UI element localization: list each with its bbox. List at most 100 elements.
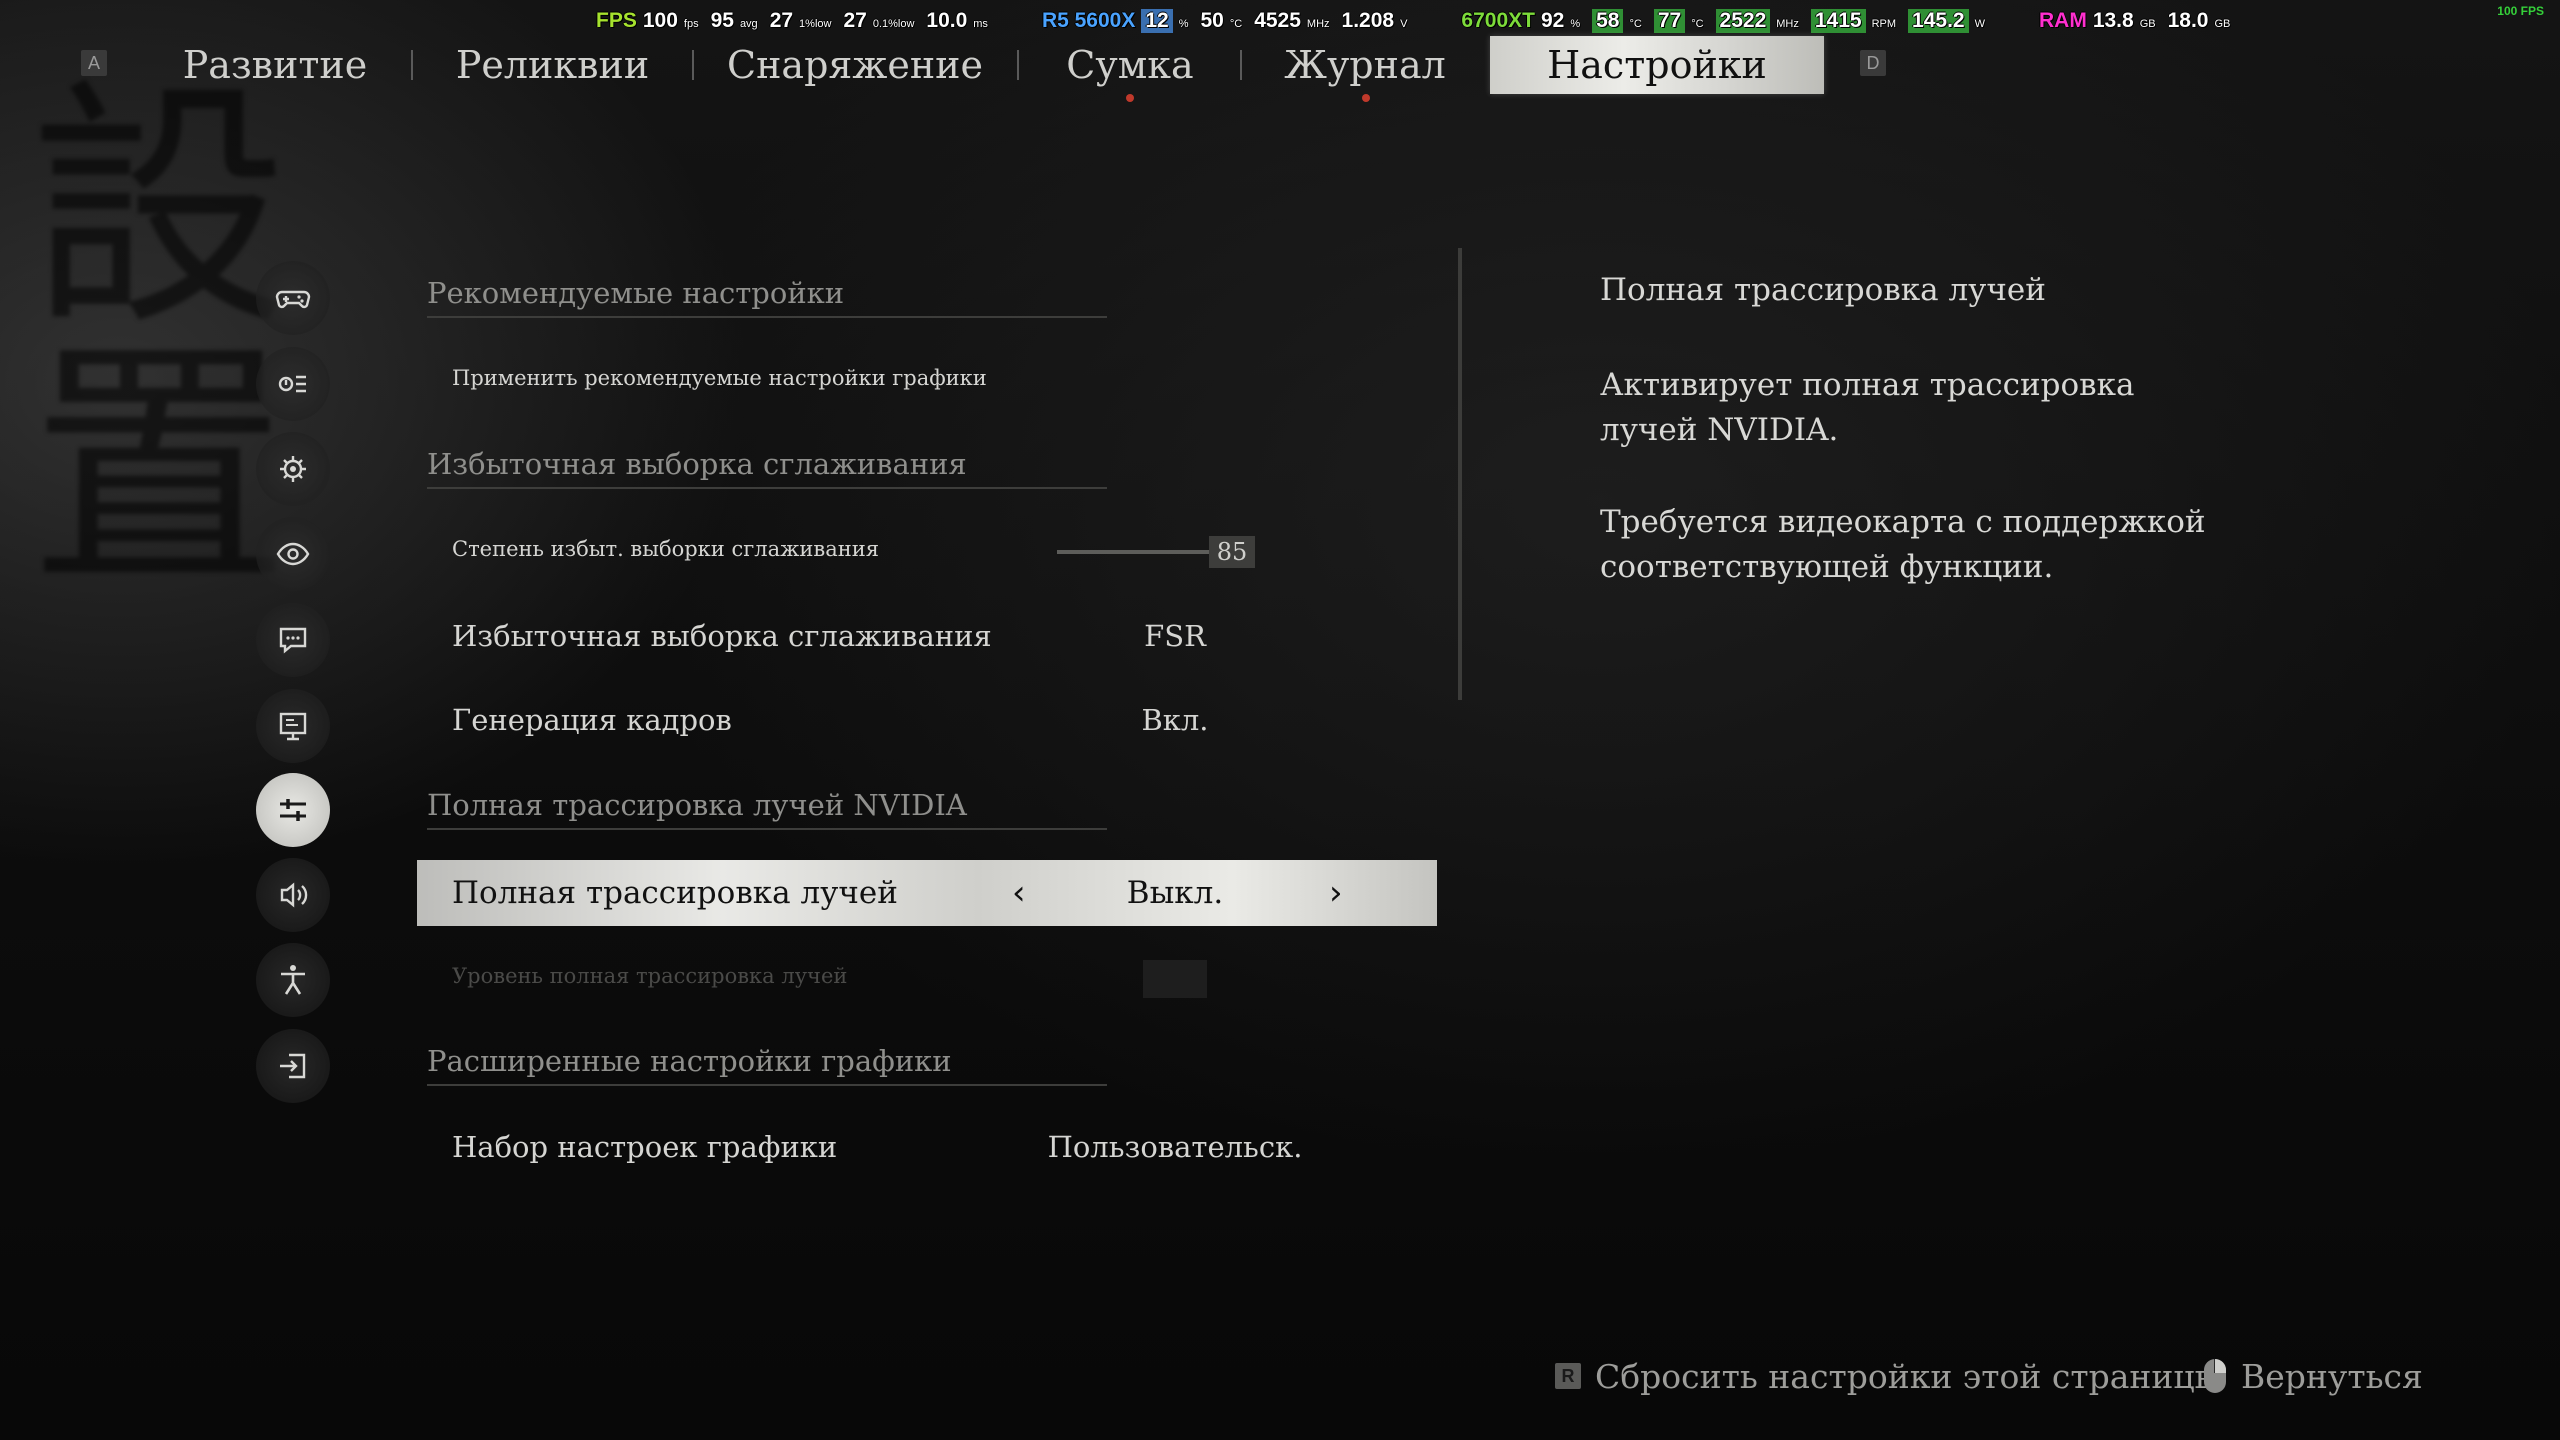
background-calligraphy: 設置 bbox=[0, 70, 286, 590]
settings-screen: 設置 FPS 100 fps 95 avg 27 1%low 27 0.1%low 10… bbox=[0, 0, 2560, 1440]
full-ray-tracing-value: Выкл. bbox=[1126, 875, 1224, 911]
hud-ram-used-unit: GB bbox=[2139, 18, 2156, 30]
journal-notification-dot bbox=[1362, 94, 1370, 102]
hud-fps-unit: fps bbox=[683, 18, 699, 30]
hud-gpu-temp: 58 bbox=[1592, 9, 1624, 33]
tab-relics[interactable]: Реликвии bbox=[450, 36, 655, 94]
section-header-advanced: Расширенные настройки графики bbox=[427, 1044, 1107, 1086]
gamepad-icon bbox=[275, 290, 311, 309]
hud-gpu-temp-unit: °C bbox=[1629, 18, 1642, 30]
category-display[interactable] bbox=[256, 689, 330, 763]
supersampling-label: Избыточная выборка сглаживания bbox=[452, 619, 992, 653]
hud-gpu-load: 92 bbox=[1540, 9, 1565, 32]
tab-separator bbox=[1240, 50, 1242, 80]
hud-cpu-clock: 4525 bbox=[1254, 9, 1301, 32]
hud-gpu-load-unit: % bbox=[1570, 18, 1581, 30]
ray-tracing-level-label: Уровень полная трассировка лучей bbox=[452, 964, 848, 988]
hud-cpu-label: R5 5600X bbox=[1041, 9, 1136, 32]
description-paragraph-2: Требуется видеокарта с поддержкой соотве… bbox=[1600, 504, 2206, 585]
hud-cpu-volt-unit: V bbox=[1400, 18, 1408, 30]
tab-equipment[interactable]: Снаряжение bbox=[727, 36, 983, 94]
corner-fps-counter: 100 FPS bbox=[2497, 4, 2544, 18]
hud-gpu-fan-unit: RPM bbox=[1871, 18, 1897, 30]
hud-fps: 100 bbox=[642, 9, 678, 32]
hud-cpu-clock-unit: MHz bbox=[1306, 18, 1330, 30]
hud-avg-unit: avg bbox=[739, 18, 758, 30]
hud-low1: 27 bbox=[769, 9, 794, 32]
hud-low01-unit: 0.1%low bbox=[872, 18, 915, 30]
chevron-right-icon[interactable]: › bbox=[1329, 860, 1343, 926]
full-ray-tracing-row[interactable]: Полная трассировка лучей ‹ Выкл. › bbox=[417, 860, 1437, 926]
description-paragraph-1: Активирует полная трассировка лучей NVID… bbox=[1600, 367, 2135, 448]
frame-generation-value[interactable]: Вкл. bbox=[995, 703, 1355, 737]
description-title: Полная трассировка лучей bbox=[1600, 272, 2046, 308]
hud-frametime: 10.0 bbox=[926, 9, 968, 32]
reset-key-icon: R bbox=[1555, 1363, 1581, 1389]
hud-cpu-temp: 50 bbox=[1200, 9, 1224, 32]
supersampling-degree-slider[interactable] bbox=[1057, 550, 1209, 554]
accessibility-icon bbox=[281, 965, 305, 995]
hud-cpu-temp-unit: °C bbox=[1229, 18, 1243, 30]
next-tab-key-hint[interactable]: D bbox=[1860, 50, 1886, 76]
category-camera[interactable] bbox=[256, 517, 330, 591]
chat-icon bbox=[279, 627, 307, 654]
apply-recommended-button[interactable]: Применить рекомендуемые настройки график… bbox=[452, 366, 987, 390]
tab-settings[interactable]: Настройки bbox=[1490, 36, 1824, 94]
supersampling-degree-value: 85 bbox=[1209, 536, 1255, 568]
hud-gpu-power: 145.2 bbox=[1908, 9, 1969, 33]
sliders-icon bbox=[280, 799, 306, 821]
hud-gpu-fan: 1415 bbox=[1810, 9, 1866, 33]
category-exit[interactable] bbox=[256, 1029, 330, 1103]
reset-page-hint[interactable]: R Сбросить настройки этой страницы bbox=[1555, 1356, 2221, 1396]
category-graphics[interactable] bbox=[256, 773, 330, 847]
eye-icon bbox=[276, 542, 310, 566]
category-keybinds[interactable] bbox=[256, 347, 330, 421]
hud-ram-used: 13.8 bbox=[2092, 9, 2134, 32]
tab-bag[interactable]: Сумка bbox=[1060, 36, 1200, 94]
category-controls[interactable] bbox=[256, 261, 330, 335]
hud-cpu-volt: 1.208 bbox=[1341, 9, 1395, 32]
tab-separator bbox=[1017, 50, 1019, 80]
category-accessibility[interactable] bbox=[256, 943, 330, 1017]
category-interface[interactable] bbox=[256, 603, 330, 677]
section-header-recommended: Рекомендуемые настройки bbox=[427, 276, 1107, 318]
category-general[interactable] bbox=[256, 432, 330, 506]
tab-development[interactable]: Развитие bbox=[180, 36, 370, 94]
hud-gpu-hotspot: 77 bbox=[1653, 9, 1686, 33]
hud-ram-total: 18.0 bbox=[2167, 9, 2209, 32]
settings-scrollbar[interactable] bbox=[1458, 248, 1462, 700]
hud-gpu-clock: 2522 bbox=[1715, 9, 1771, 33]
supersampling-degree-label: Степень избыт. выборки сглаживания bbox=[452, 537, 880, 561]
hud-frametime-unit: ms bbox=[973, 18, 988, 30]
gear-icon bbox=[280, 456, 306, 482]
tab-separator bbox=[692, 50, 694, 80]
hud-low01: 27 bbox=[843, 9, 867, 32]
mouse-right-click-icon bbox=[2204, 1359, 2226, 1393]
category-audio[interactable] bbox=[256, 858, 330, 932]
frame-generation-label: Генерация кадров bbox=[452, 703, 732, 737]
graphics-preset-label: Набор настроек графики bbox=[452, 1130, 838, 1164]
supersampling-value[interactable]: FSR bbox=[995, 619, 1355, 653]
hud-gpu-power-unit: W bbox=[1974, 18, 1985, 30]
reset-page-label: Сбросить настройки этой страницы bbox=[1595, 1356, 2221, 1396]
section-header-ray-tracing: Полная трассировка лучей NVIDIA bbox=[427, 788, 1107, 830]
hud-gpu-hotspot-unit: °C bbox=[1691, 18, 1704, 30]
ray-tracing-level-value-disabled bbox=[1143, 960, 1207, 998]
hud-cpu-load-unit: % bbox=[1178, 18, 1189, 30]
prev-tab-key-hint[interactable]: A bbox=[81, 50, 107, 76]
keybind-icon bbox=[278, 375, 306, 393]
back-label: Вернуться bbox=[2241, 1356, 2423, 1396]
tab-separator bbox=[411, 50, 413, 80]
hud-fps-label: FPS bbox=[596, 9, 637, 32]
hud-gpu-label: 6700XT bbox=[1461, 9, 1535, 32]
hud-cpu-load: 12 bbox=[1141, 9, 1173, 33]
graphics-preset-value[interactable]: Пользовательск. bbox=[995, 1130, 1355, 1164]
exit-icon bbox=[280, 1053, 306, 1079]
full-ray-tracing-label: Полная трассировка лучей bbox=[452, 875, 898, 911]
section-header-supersampling: Избыточная выборка сглаживания bbox=[427, 447, 1107, 489]
tab-journal[interactable]: Журнал bbox=[1284, 36, 1446, 94]
back-hint[interactable]: Вернуться bbox=[2203, 1356, 2423, 1396]
top-tab-bar: A Развитие Реликвии Снаряжение Сумка Жур… bbox=[0, 36, 2560, 106]
hud-ram-label: RAM bbox=[2038, 9, 2087, 32]
monitor-icon bbox=[279, 712, 307, 741]
